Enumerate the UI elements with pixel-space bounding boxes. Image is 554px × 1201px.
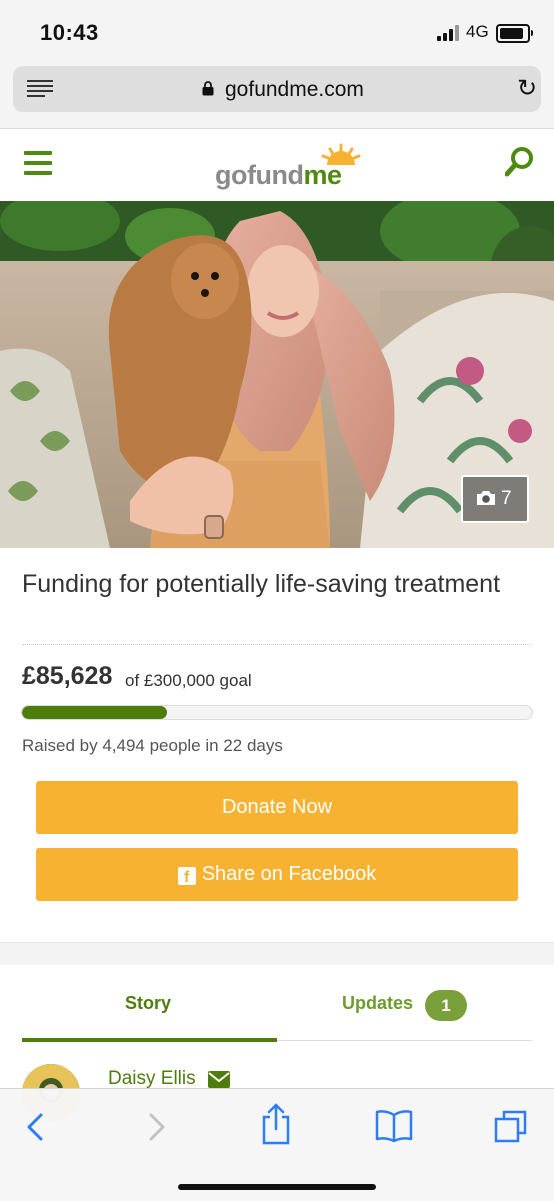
status-bar: 10:43 4G <box>0 0 554 62</box>
tab-story[interactable]: Story <box>125 993 171 1014</box>
url-text[interactable]: gofundme.com <box>225 78 364 102</box>
organizer-name[interactable]: Daisy Ellis <box>108 1068 196 1090</box>
back-icon[interactable] <box>24 1109 46 1145</box>
progress-fill <box>22 706 168 719</box>
forward-icon[interactable] <box>146 1109 168 1145</box>
signal-icon <box>437 25 463 41</box>
facebook-icon: f <box>177 867 196 886</box>
browser-address-area: gofundme.com ↻ <box>0 62 554 129</box>
updates-count-badge: 1 <box>425 990 467 1021</box>
share-facebook-button[interactable]: f Share on Facebook <box>36 848 518 901</box>
lock-icon <box>202 81 214 96</box>
logo-text-me: me <box>303 160 342 190</box>
address-bar[interactable]: gofundme.com ↻ <box>13 66 541 112</box>
divider <box>22 644 532 645</box>
status-time: 10:43 <box>40 20 99 45</box>
battery-icon <box>496 24 533 43</box>
raised-by-text: Raised by 4,494 people in 22 days <box>22 736 283 755</box>
mail-icon[interactable] <box>208 1071 230 1088</box>
active-tab-indicator <box>22 1038 277 1042</box>
bookmarks-icon[interactable] <box>375 1109 413 1143</box>
section-separator <box>0 942 554 965</box>
search-icon[interactable] <box>505 146 535 178</box>
donate-button[interactable]: Donate Now <box>36 781 518 834</box>
menu-icon[interactable] <box>24 151 52 175</box>
photo-count: 7 <box>501 488 512 509</box>
gofundme-logo[interactable]: gofundme <box>215 143 365 193</box>
progress-bar <box>21 705 533 720</box>
reload-icon[interactable]: ↻ <box>517 77 537 101</box>
logo-text-gofund: gofund <box>215 160 304 190</box>
photo-gallery-button[interactable]: 7 <box>461 475 529 523</box>
share-facebook-label: Share on Facebook <box>201 863 377 885</box>
tab-updates[interactable]: Updates <box>342 993 413 1014</box>
goal-text: of £300,000 goal <box>125 671 252 690</box>
tabs-icon[interactable] <box>494 1109 528 1145</box>
amount-raised: £85,628 <box>22 662 113 690</box>
share-icon[interactable] <box>260 1103 292 1145</box>
site-header: gofundme <box>0 129 554 201</box>
reader-view-icon[interactable] <box>27 80 53 98</box>
network-type: 4G <box>466 22 489 41</box>
home-indicator <box>178 1184 376 1190</box>
camera-icon <box>477 491 495 505</box>
campaign-title: Funding for potentially life-saving trea… <box>22 570 501 598</box>
